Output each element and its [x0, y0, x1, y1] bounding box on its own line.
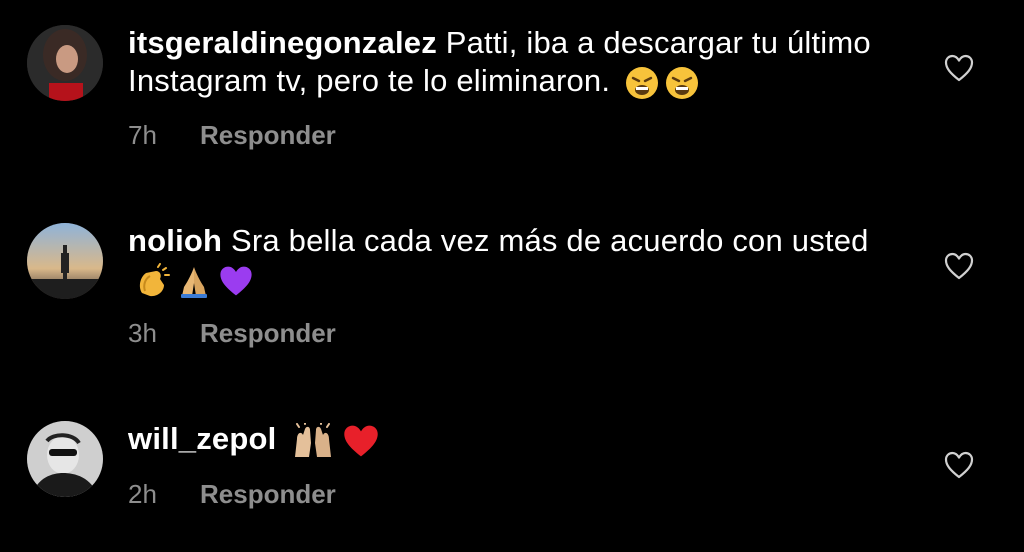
avatar[interactable]: [27, 25, 103, 101]
weary-face-emoji: [666, 66, 699, 99]
comment-text: itsgeraldinegonzalez Patti, iba a descar…: [128, 24, 908, 100]
folded-hands-emoji: [181, 266, 207, 298]
comment-timestamp: 2h: [128, 479, 157, 509]
avatar[interactable]: [27, 421, 103, 497]
red-heart-emoji: [344, 425, 378, 457]
comment-text: nolioh Sra bella cada vez más de acuerdo…: [128, 222, 908, 299]
comment-username[interactable]: will_zepol: [128, 421, 276, 456]
purple-heart-emoji: [220, 266, 252, 296]
reply-button[interactable]: Responder: [200, 479, 336, 509]
comment-meta: 3h Responder: [128, 318, 336, 349]
weary-face-emoji: [626, 66, 659, 99]
heart-outline-icon[interactable]: [944, 451, 974, 479]
reply-button[interactable]: Responder: [200, 120, 336, 150]
comment-timestamp: 3h: [128, 318, 157, 348]
comment-username[interactable]: itsgeraldinegonzalez: [128, 25, 437, 60]
comment-body: Sra bella cada vez más de acuerdo con us…: [231, 223, 869, 258]
heart-outline-icon[interactable]: [944, 252, 974, 280]
comment-text: will_zepol: [128, 420, 908, 459]
comments-list: itsgeraldinegonzalez Patti, iba a descar…: [0, 0, 1024, 552]
comment-username[interactable]: nolioh: [128, 223, 222, 258]
clapping-hands-emoji: [139, 262, 170, 296]
comment-meta: 2h Responder: [128, 479, 336, 510]
comment-meta: 7h Responder: [128, 120, 336, 151]
avatar[interactable]: [27, 223, 103, 299]
raising-hands-emoji: [295, 422, 332, 457]
reply-button[interactable]: Responder: [200, 318, 336, 348]
comment-timestamp: 7h: [128, 120, 157, 150]
heart-outline-icon[interactable]: [944, 54, 974, 82]
